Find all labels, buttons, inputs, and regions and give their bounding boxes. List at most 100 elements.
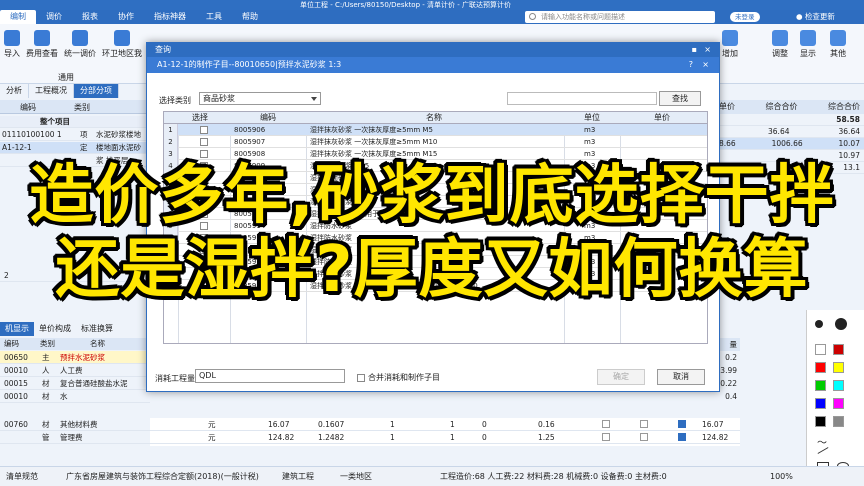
menu-help[interactable]: 帮助	[232, 10, 268, 24]
color-swatch-black[interactable]	[815, 416, 826, 427]
color-swatch-yellow[interactable]	[833, 362, 844, 373]
table-row[interactable]: 8.66 1006.66 10.07	[715, 138, 864, 150]
color-swatch-magenta[interactable]	[833, 398, 844, 409]
toolbar-import[interactable]: 导入	[4, 30, 20, 59]
toolbar-display[interactable]: 显示	[800, 30, 816, 59]
pen-dot-icon[interactable]	[815, 320, 823, 328]
table-row[interactable]: 元 124.82 1.2482 1 1 0 1.25 124.82	[150, 431, 740, 444]
close-icon[interactable]: ×	[704, 43, 711, 57]
row-checkbox[interactable]	[200, 126, 208, 134]
list-item[interactable]: 00010 材 水	[0, 390, 150, 403]
cell-name: 其他材料费	[60, 420, 98, 429]
restore-icon[interactable]: ▪	[692, 43, 697, 57]
menu-edit[interactable]: 编制	[0, 10, 36, 24]
check-update-button[interactable]: ● 检查更新	[796, 11, 835, 23]
color-swatch-red[interactable]	[815, 362, 826, 373]
help-icon[interactable]: ?	[689, 57, 693, 73]
search-field[interactable]	[507, 92, 657, 105]
cell-type: 主	[42, 353, 50, 362]
toolbar-label: 统一调价	[64, 49, 96, 58]
list-item[interactable]: 00760 材 其他材料费	[0, 418, 150, 431]
window-title: 单位工程 - C:/Users/80150/Desktop - 清单计价 - 广…	[300, 1, 511, 9]
checkbox[interactable]	[678, 420, 686, 428]
grid-row-total[interactable]: 整个项目	[0, 116, 150, 128]
cell-unit: 元	[208, 420, 216, 429]
cell-type: 材	[42, 392, 50, 401]
color-swatch-green[interactable]	[815, 380, 826, 391]
find-button[interactable]: 查找	[659, 91, 701, 106]
table-row[interactable]: 1 8005906 湿拌抹灰砂浆 一次抹灰厚度≥5mm M5 m3	[164, 124, 707, 136]
tab-overview[interactable]: 工程概况	[29, 84, 74, 98]
pen-dot-icon[interactable]	[835, 318, 847, 330]
checkbox[interactable]	[640, 433, 648, 441]
checkbox[interactable]	[678, 433, 686, 441]
cell: 36.64	[838, 127, 860, 136]
grid-header: 编码 类别	[0, 100, 150, 114]
merge-checkbox[interactable]: 合并消耗和制作子目	[357, 372, 440, 383]
row-index: 2	[164, 136, 178, 148]
row-checkbox[interactable]	[200, 138, 208, 146]
cell: 16.07	[702, 420, 724, 429]
list-item[interactable]: 00010 人 人工费	[0, 364, 150, 377]
login-button[interactable]: 未登录	[730, 12, 760, 22]
zoom-level[interactable]: 100%	[770, 467, 793, 486]
tab-standard-convert[interactable]: 标准换算	[76, 322, 118, 336]
menu-collab[interactable]: 协作	[108, 10, 144, 24]
tab-items[interactable]: 分部分项	[74, 84, 119, 98]
table-row[interactable]: A1-12-1 定楼地面水泥砂	[0, 142, 150, 154]
freehand-icon[interactable]: 〜	[817, 434, 827, 449]
table-row[interactable]: 2 8005907 湿拌抹灰砂浆 一次抹灰厚度≥5mm M10 m3	[164, 136, 707, 148]
tab-unit-price[interactable]: 单价构成	[34, 322, 76, 336]
menu-report[interactable]: 报表	[72, 10, 108, 24]
toolbar-unify-adjust[interactable]: 统一调价	[64, 30, 96, 59]
list-item[interactable]: 00015 材 复合普通硅酸盐水泥	[0, 377, 150, 390]
color-swatch-white[interactable]	[815, 344, 826, 355]
toolbar-fee-view[interactable]: 费用查看	[26, 30, 58, 59]
checkbox[interactable]	[640, 420, 648, 428]
status-region: 一类地区	[340, 472, 372, 481]
color-swatch-cyan[interactable]	[833, 380, 844, 391]
toolbar-adjust[interactable]: 调整	[772, 30, 788, 59]
tab-machine-display[interactable]: 机显示	[0, 322, 34, 336]
toolbar-area[interactable]: 环卫地区我	[102, 30, 142, 59]
color-swatch-blue[interactable]	[815, 398, 826, 409]
cell: 8.66	[719, 139, 736, 148]
status-cost-summary: 工程造价:68 人工费:22 材料费:28 机械费:0 设备费:0 主材费:0	[440, 472, 667, 481]
area-icon	[114, 30, 130, 46]
toolbar-other[interactable]: 其他	[830, 30, 846, 59]
increase-icon	[722, 30, 738, 46]
menu-tools[interactable]: 工具	[196, 10, 232, 24]
list-item[interactable]: 管 管理费	[0, 431, 150, 444]
color-swatch-gray[interactable]	[833, 416, 844, 427]
ok-button[interactable]: 确定	[597, 369, 645, 385]
menu-index[interactable]: 指标神器	[144, 10, 196, 24]
caption-line-1: 造价多年,砂浆到底选择干拌	[29, 159, 835, 233]
qty-select[interactable]: QDL	[195, 369, 345, 383]
toolbar-increase[interactable]: 增加	[722, 30, 738, 59]
col-code: 编码	[4, 339, 19, 348]
toolbar-label: 显示	[800, 49, 816, 58]
toolbar-label: 调整	[772, 49, 788, 58]
cell-code: 00010	[4, 392, 28, 401]
cancel-button[interactable]: 取消	[657, 369, 705, 385]
cell: 0.16	[538, 420, 555, 429]
checkbox[interactable]	[602, 420, 610, 428]
table-row[interactable]: 58.58	[715, 114, 864, 126]
status-spec: 清单规范	[6, 472, 38, 481]
table-row[interactable]: 01110100100 1 项水泥砂浆楼地	[0, 129, 150, 141]
menu-price-adjust[interactable]: 调价	[36, 10, 72, 24]
checkbox[interactable]	[602, 433, 610, 441]
category-value: 商品砂浆	[203, 94, 235, 103]
cell-name: 复合普通硅酸盐水泥	[60, 379, 128, 388]
color-swatch-dark-red[interactable]	[833, 344, 844, 355]
table-row[interactable]: 36.64 36.64	[715, 126, 864, 138]
category-select[interactable]: 商品砂浆	[199, 92, 321, 105]
search-input[interactable]: 请输入功能名称或问题描述	[525, 11, 715, 23]
cell: 10.07	[838, 139, 860, 148]
toolbar-label: 增加	[722, 49, 738, 58]
table-row[interactable]: 元 16.07 0.1607 1 1 0 0.16 16.07	[150, 418, 740, 431]
list-item[interactable]: 00650 主 预拌水泥砂浆	[0, 351, 150, 364]
close-icon[interactable]: ×	[702, 57, 709, 73]
cell: 0	[482, 433, 487, 442]
tab-analysis[interactable]: 分析	[0, 84, 29, 98]
